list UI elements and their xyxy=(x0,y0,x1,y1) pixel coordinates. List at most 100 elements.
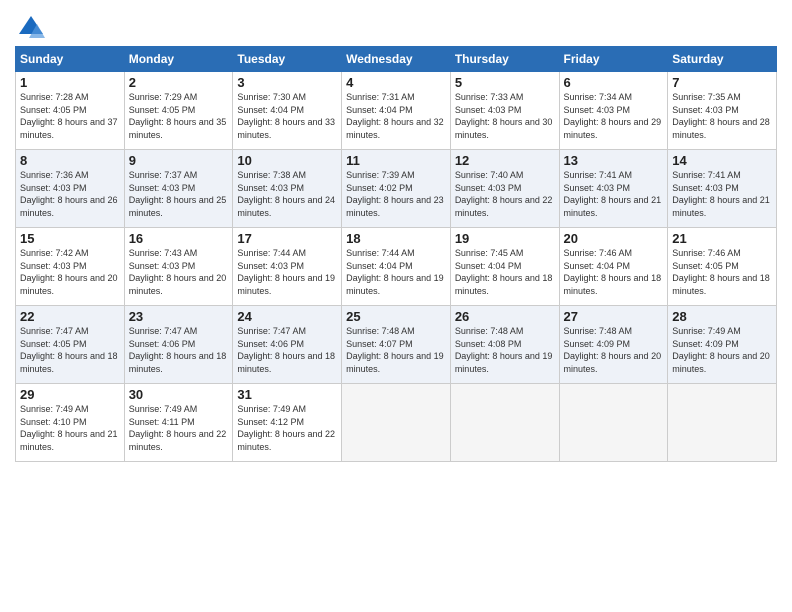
day-info: Sunrise: 7:38 AMSunset: 4:03 PMDaylight:… xyxy=(237,170,335,218)
calendar-cell: 10 Sunrise: 7:38 AMSunset: 4:03 PMDayligh… xyxy=(233,150,342,228)
calendar-cell: 13 Sunrise: 7:41 AMSunset: 4:03 PMDayligh… xyxy=(559,150,668,228)
day-info: Sunrise: 7:40 AMSunset: 4:03 PMDaylight:… xyxy=(455,170,553,218)
day-number: 8 xyxy=(20,153,120,168)
day-number: 14 xyxy=(672,153,772,168)
day-info: Sunrise: 7:29 AMSunset: 4:05 PMDaylight:… xyxy=(129,92,227,140)
calendar-cell: 23 Sunrise: 7:47 AMSunset: 4:06 PMDayligh… xyxy=(124,306,233,384)
day-info: Sunrise: 7:39 AMSunset: 4:02 PMDaylight:… xyxy=(346,170,444,218)
calendar-cell: 2 Sunrise: 7:29 AMSunset: 4:05 PMDaylight… xyxy=(124,72,233,150)
calendar-cell xyxy=(559,384,668,462)
weekday-header-saturday: Saturday xyxy=(668,47,777,72)
day-number: 2 xyxy=(129,75,229,90)
logo-icon xyxy=(17,14,45,42)
day-number: 31 xyxy=(237,387,337,402)
day-info: Sunrise: 7:44 AMSunset: 4:03 PMDaylight:… xyxy=(237,248,335,296)
calendar-cell: 11 Sunrise: 7:39 AMSunset: 4:02 PMDayligh… xyxy=(342,150,451,228)
calendar-week-1: 1 Sunrise: 7:28 AMSunset: 4:05 PMDaylight… xyxy=(16,72,777,150)
day-number: 19 xyxy=(455,231,555,246)
weekday-header-tuesday: Tuesday xyxy=(233,47,342,72)
day-info: Sunrise: 7:48 AMSunset: 4:09 PMDaylight:… xyxy=(564,326,662,374)
day-number: 28 xyxy=(672,309,772,324)
day-number: 1 xyxy=(20,75,120,90)
weekday-header-wednesday: Wednesday xyxy=(342,47,451,72)
calendar-table: SundayMondayTuesdayWednesdayThursdayFrid… xyxy=(15,46,777,462)
calendar-cell: 16Sunrise: 7:43 AMSunset: 4:03 PMDayligh… xyxy=(124,228,233,306)
day-number: 7 xyxy=(672,75,772,90)
calendar-cell: 3 Sunrise: 7:30 AMSunset: 4:04 PMDaylight… xyxy=(233,72,342,150)
day-info: Sunrise: 7:43 AMSunset: 4:03 PMDaylight:… xyxy=(129,248,227,296)
calendar-cell: 30 Sunrise: 7:49 AMSunset: 4:11 PMDayligh… xyxy=(124,384,233,462)
day-info: Sunrise: 7:47 AMSunset: 4:05 PMDaylight:… xyxy=(20,326,118,374)
day-info: Sunrise: 7:36 AMSunset: 4:03 PMDaylight:… xyxy=(20,170,118,218)
day-info: Sunrise: 7:46 AMSunset: 4:04 PMDaylight:… xyxy=(564,248,662,296)
calendar-cell: 26 Sunrise: 7:48 AMSunset: 4:08 PMDayligh… xyxy=(450,306,559,384)
calendar-cell: 27 Sunrise: 7:48 AMSunset: 4:09 PMDayligh… xyxy=(559,306,668,384)
day-number: 18 xyxy=(346,231,446,246)
day-number: 6 xyxy=(564,75,664,90)
page-container: SundayMondayTuesdayWednesdayThursdayFrid… xyxy=(0,0,792,472)
day-info: Sunrise: 7:49 AMSunset: 4:10 PMDaylight:… xyxy=(20,404,118,452)
calendar-cell xyxy=(342,384,451,462)
day-number: 27 xyxy=(564,309,664,324)
calendar-week-3: 15Sunrise: 7:42 AMSunset: 4:03 PMDayligh… xyxy=(16,228,777,306)
day-info: Sunrise: 7:41 AMSunset: 4:03 PMDaylight:… xyxy=(564,170,662,218)
calendar-cell: 7Sunrise: 7:35 AMSunset: 4:03 PMDaylight… xyxy=(668,72,777,150)
calendar-cell: 29 Sunrise: 7:49 AMSunset: 4:10 PMDayligh… xyxy=(16,384,125,462)
day-number: 4 xyxy=(346,75,446,90)
day-number: 26 xyxy=(455,309,555,324)
weekday-header-friday: Friday xyxy=(559,47,668,72)
day-info: Sunrise: 7:37 AMSunset: 4:03 PMDaylight:… xyxy=(129,170,227,218)
calendar-cell: 1 Sunrise: 7:28 AMSunset: 4:05 PMDaylight… xyxy=(16,72,125,150)
day-number: 11 xyxy=(346,153,446,168)
day-number: 25 xyxy=(346,309,446,324)
day-number: 24 xyxy=(237,309,337,324)
calendar-cell: 5Sunrise: 7:33 AMSunset: 4:03 PMDaylight… xyxy=(450,72,559,150)
day-info: Sunrise: 7:49 AMSunset: 4:09 PMDaylight:… xyxy=(672,326,770,374)
calendar-cell: 18 Sunrise: 7:44 AMSunset: 4:04 PMDayligh… xyxy=(342,228,451,306)
header xyxy=(15,10,777,42)
calendar-week-5: 29 Sunrise: 7:49 AMSunset: 4:10 PMDayligh… xyxy=(16,384,777,462)
day-info: Sunrise: 7:48 AMSunset: 4:08 PMDaylight:… xyxy=(455,326,553,374)
logo xyxy=(15,14,45,42)
day-info: Sunrise: 7:41 AMSunset: 4:03 PMDaylight:… xyxy=(672,170,770,218)
day-info: Sunrise: 7:34 AMSunset: 4:03 PMDaylight:… xyxy=(564,92,662,140)
calendar-cell: 15Sunrise: 7:42 AMSunset: 4:03 PMDayligh… xyxy=(16,228,125,306)
day-number: 13 xyxy=(564,153,664,168)
calendar-cell: 31 Sunrise: 7:49 AMSunset: 4:12 PMDayligh… xyxy=(233,384,342,462)
calendar-cell: 9 Sunrise: 7:37 AMSunset: 4:03 PMDaylight… xyxy=(124,150,233,228)
day-info: Sunrise: 7:44 AMSunset: 4:04 PMDaylight:… xyxy=(346,248,444,296)
calendar-week-2: 8 Sunrise: 7:36 AMSunset: 4:03 PMDaylight… xyxy=(16,150,777,228)
day-number: 10 xyxy=(237,153,337,168)
day-info: Sunrise: 7:28 AMSunset: 4:05 PMDaylight:… xyxy=(20,92,118,140)
weekday-header-thursday: Thursday xyxy=(450,47,559,72)
calendar-cell: 12 Sunrise: 7:40 AMSunset: 4:03 PMDayligh… xyxy=(450,150,559,228)
day-number: 3 xyxy=(237,75,337,90)
calendar-cell: 17 Sunrise: 7:44 AMSunset: 4:03 PMDayligh… xyxy=(233,228,342,306)
calendar-cell: 4 Sunrise: 7:31 AMSunset: 4:04 PMDaylight… xyxy=(342,72,451,150)
calendar-cell: 8 Sunrise: 7:36 AMSunset: 4:03 PMDaylight… xyxy=(16,150,125,228)
calendar-week-4: 22 Sunrise: 7:47 AMSunset: 4:05 PMDayligh… xyxy=(16,306,777,384)
calendar-cell: 21Sunrise: 7:46 AMSunset: 4:05 PMDayligh… xyxy=(668,228,777,306)
day-info: Sunrise: 7:31 AMSunset: 4:04 PMDaylight:… xyxy=(346,92,444,140)
calendar-cell: 6 Sunrise: 7:34 AMSunset: 4:03 PMDaylight… xyxy=(559,72,668,150)
day-number: 9 xyxy=(129,153,229,168)
day-number: 12 xyxy=(455,153,555,168)
day-number: 23 xyxy=(129,309,229,324)
calendar-cell xyxy=(668,384,777,462)
day-number: 17 xyxy=(237,231,337,246)
calendar-cell: 24Sunrise: 7:47 AMSunset: 4:06 PMDayligh… xyxy=(233,306,342,384)
day-number: 15 xyxy=(20,231,120,246)
calendar-cell: 25 Sunrise: 7:48 AMSunset: 4:07 PMDayligh… xyxy=(342,306,451,384)
day-info: Sunrise: 7:49 AMSunset: 4:11 PMDaylight:… xyxy=(129,404,227,452)
calendar-cell: 22 Sunrise: 7:47 AMSunset: 4:05 PMDayligh… xyxy=(16,306,125,384)
calendar-cell: 20Sunrise: 7:46 AMSunset: 4:04 PMDayligh… xyxy=(559,228,668,306)
day-info: Sunrise: 7:30 AMSunset: 4:04 PMDaylight:… xyxy=(237,92,335,140)
day-number: 22 xyxy=(20,309,120,324)
day-info: Sunrise: 7:49 AMSunset: 4:12 PMDaylight:… xyxy=(237,404,335,452)
day-number: 29 xyxy=(20,387,120,402)
weekday-header-row: SundayMondayTuesdayWednesdayThursdayFrid… xyxy=(16,47,777,72)
day-info: Sunrise: 7:47 AMSunset: 4:06 PMDaylight:… xyxy=(129,326,227,374)
day-number: 21 xyxy=(672,231,772,246)
day-number: 30 xyxy=(129,387,229,402)
day-info: Sunrise: 7:48 AMSunset: 4:07 PMDaylight:… xyxy=(346,326,444,374)
